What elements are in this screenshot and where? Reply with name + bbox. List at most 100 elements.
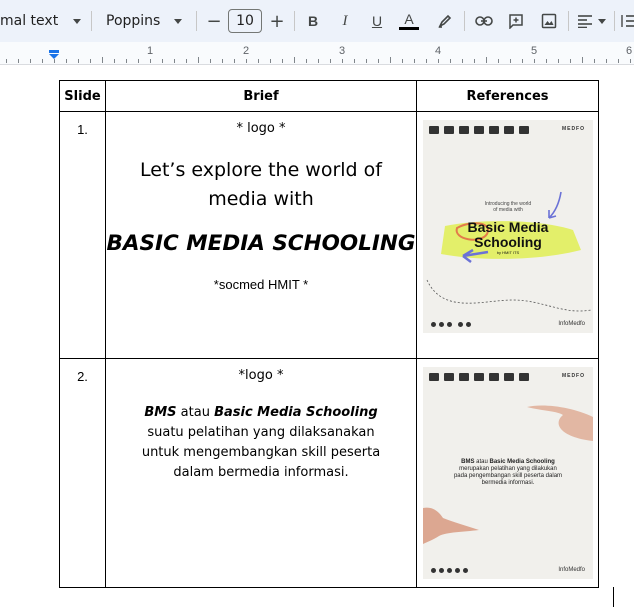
chevron-down-icon: [598, 18, 606, 24]
brief-line: dalam bermedia informasi.: [173, 465, 349, 480]
ruler-tick: [558, 59, 559, 63]
content-table[interactable]: Slide Brief References 1. * logo * Let’s…: [59, 80, 599, 588]
ruler-number: 2: [242, 45, 250, 57]
logo-placeholder: *logo *: [238, 368, 284, 383]
image-icon: [541, 13, 557, 29]
toolbar-divider: [294, 11, 295, 31]
slide-number-cell[interactable]: 2.: [59, 358, 106, 588]
ruler-tick: [162, 59, 163, 63]
paragraph-style-dropdown[interactable]: mal text: [0, 0, 82, 42]
ruler-number: 1: [146, 45, 154, 57]
hand-graphic: [527, 405, 593, 441]
slide-number: 1.: [77, 122, 88, 137]
underline-button[interactable]: U: [363, 0, 391, 42]
ruler-tick: [402, 59, 403, 63]
ruler-tick: [30, 59, 31, 63]
font-family-dropdown[interactable]: Poppins: [106, 0, 183, 42]
ruler-tick: [414, 59, 415, 63]
reference-slide-image[interactable]: MEDFO Introducing the world of media wit…: [423, 120, 593, 333]
table-row: 1. * logo * Let’s explore the world of m…: [59, 111, 599, 359]
insert-link-button[interactable]: [470, 0, 498, 42]
ruler-tick: [54, 59, 55, 63]
ruler-tick: [366, 59, 367, 63]
chevron-down-icon: [174, 18, 183, 24]
text-color-bar: [399, 27, 419, 30]
text-color-icon: A: [404, 11, 414, 27]
ruler-tick: [450, 59, 451, 63]
ruler-tick: [138, 59, 139, 63]
insert-image-button[interactable]: [535, 0, 563, 42]
decrease-font-size-button[interactable]: −: [200, 0, 228, 42]
header-slide[interactable]: Slide: [59, 80, 106, 112]
ref-subtitle: by HMIT ITS: [496, 250, 520, 255]
underline-icon: U: [371, 13, 383, 29]
horizontal-ruler[interactable]: 1 2 3 4 5 6: [0, 42, 634, 65]
header-brief[interactable]: Brief: [105, 80, 417, 112]
increase-font-size-button[interactable]: +: [263, 0, 291, 42]
ruler-tick: [186, 59, 187, 63]
ruler-tick: [18, 59, 19, 63]
text-color-button[interactable]: A: [395, 0, 423, 42]
ruler-tick: [78, 59, 79, 63]
ruler-tick: [630, 59, 631, 63]
reference-slide-image[interactable]: MEDFO BMS atau Basic Media Schooling mer…: [423, 367, 593, 579]
ruler-tick: [426, 59, 427, 63]
ruler-tick: [282, 59, 283, 63]
line-spacing-button[interactable]: [620, 0, 634, 42]
chevron-down-icon: [73, 18, 82, 24]
ref-acronym: BMS: [461, 459, 475, 465]
ruler-tick: [606, 59, 607, 63]
toolbar-divider: [91, 11, 92, 31]
document-page[interactable]: Slide Brief References 1. * logo * Let’s…: [0, 65, 634, 615]
brief-cell[interactable]: *logo * BMS atau Basic Media Schooling s…: [105, 358, 417, 588]
insert-comment-button[interactable]: [502, 0, 530, 42]
slide-number: 2.: [77, 369, 88, 384]
header-references[interactable]: References: [416, 80, 599, 112]
ruler-tick: [90, 59, 91, 63]
toolbar-divider: [614, 11, 615, 31]
formatting-toolbar: mal text Poppins − 10 + B I U A: [0, 0, 634, 42]
ruler-tick: [510, 59, 511, 63]
ruler-tick: [42, 59, 43, 63]
reference-cell[interactable]: MEDFO Introducing the world of media wit…: [416, 111, 599, 359]
socmed-placeholder: *socmed HMIT *: [213, 277, 309, 292]
slide-number-cell[interactable]: 1.: [59, 111, 106, 359]
ref-intro: of media with: [493, 207, 523, 213]
bold-button[interactable]: B: [299, 0, 327, 42]
brand-label: MEDFO: [561, 373, 585, 379]
ruler-tick: [330, 59, 331, 63]
ruler-tick: [390, 57, 391, 63]
add-comment-icon: [509, 14, 523, 29]
toolbar-divider: [196, 11, 197, 31]
minus-icon: −: [206, 10, 222, 32]
ruler-tick: [270, 59, 271, 63]
ruler-number: 5: [530, 45, 538, 57]
table-row: 2. *logo * BMS atau Basic Media Schoolin…: [59, 358, 599, 588]
ruler-tick: [498, 59, 499, 63]
ruler-tick: [210, 59, 211, 63]
font-size-input[interactable]: 10: [228, 9, 262, 33]
ruler-number: 6: [625, 45, 633, 57]
ruler-tick: [294, 57, 295, 63]
reference-cell[interactable]: MEDFO BMS atau Basic Media Schooling mer…: [416, 358, 599, 588]
align-dropdown[interactable]: [577, 0, 606, 42]
ruler-number: 3: [338, 45, 346, 57]
brief-line: Let’s explore the world of: [140, 159, 382, 181]
ruler-tick: [222, 59, 223, 63]
line-spacing-icon: [621, 15, 634, 27]
footer-brand: InfoMedfo: [558, 321, 585, 327]
ruler-tick: [462, 59, 463, 63]
ruler-tick: [594, 59, 595, 63]
ruler-tick: [126, 59, 127, 63]
brief-cell[interactable]: * logo * Let’s explore the world of medi…: [105, 111, 417, 359]
highlight-color-button[interactable]: [431, 0, 459, 42]
align-left-icon: [578, 15, 592, 28]
paragraph-style-label: mal text: [0, 13, 59, 29]
brief-line: media with: [208, 188, 314, 210]
italic-button[interactable]: I: [331, 0, 359, 42]
brief-title: BASIC MEDIA SCHOOLING: [106, 231, 416, 256]
ruler-tick: [306, 59, 307, 63]
ruler-tick: [198, 57, 199, 63]
arrow-doodle: [548, 191, 562, 219]
brief-line: suatu pelatihan yang dilaksanakan: [147, 425, 375, 440]
